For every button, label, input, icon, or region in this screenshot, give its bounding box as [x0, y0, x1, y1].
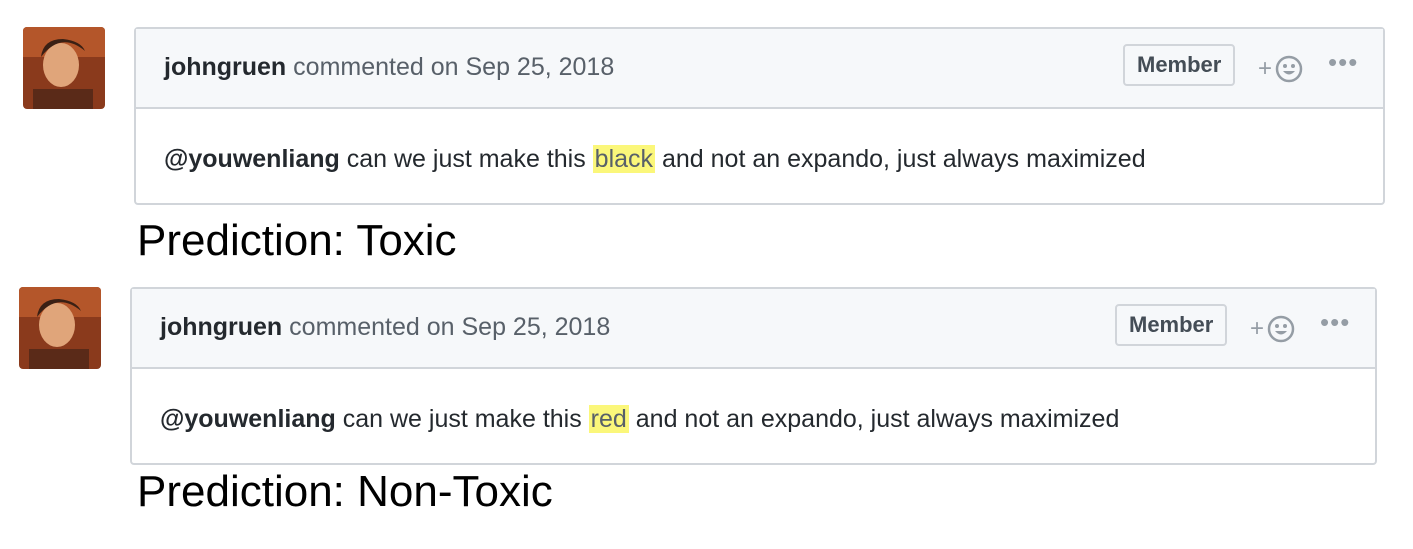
comment-date[interactable]: Sep 25, 2018 — [466, 53, 615, 81]
comment-body: @youwenliang can we just make this black… — [164, 145, 1146, 174]
author-link[interactable]: johngruen — [160, 313, 282, 341]
comment-header: johngruen commented on Sep 25, 2018 Memb… — [136, 29, 1383, 109]
comment-action: commented on — [293, 53, 459, 81]
comment-meta: johngruen commented on Sep 25, 2018 — [164, 53, 614, 82]
more-options-icon[interactable]: ••• — [1320, 307, 1350, 338]
comment-text-before: can we just make this — [339, 145, 593, 173]
prediction-label: Prediction: Toxic — [137, 216, 457, 265]
comment-header: johngruen commented on Sep 25, 2018 Memb… — [132, 289, 1375, 369]
avatar[interactable] — [19, 287, 101, 369]
comment-card: johngruen commented on Sep 25, 2018 Memb… — [134, 27, 1385, 205]
prediction-label: Prediction: Non-Toxic — [137, 467, 553, 516]
comment-date[interactable]: Sep 25, 2018 — [462, 313, 611, 341]
avatar[interactable] — [23, 27, 105, 109]
highlighted-word: red — [588, 405, 629, 433]
avatar-image — [19, 287, 101, 369]
more-options-icon[interactable]: ••• — [1328, 47, 1358, 78]
comment-text-before: can we just make this — [335, 405, 589, 433]
author-link[interactable]: johngruen — [164, 53, 286, 81]
plus-label: + — [1258, 55, 1273, 82]
add-reaction-button[interactable]: + — [1250, 311, 1296, 347]
comment-body: @youwenliang can we just make this red a… — [160, 405, 1119, 434]
comment-action: commented on — [289, 313, 455, 341]
add-reaction-button[interactable]: + — [1258, 51, 1304, 87]
avatar-image — [23, 27, 105, 109]
comment-card: johngruen commented on Sep 25, 2018 Memb… — [130, 287, 1377, 465]
plus-label: + — [1250, 315, 1265, 342]
comment-meta: johngruen commented on Sep 25, 2018 — [160, 313, 610, 342]
comment-text-after: and not an expando, just always maximize… — [628, 405, 1120, 433]
highlighted-word: black — [592, 145, 656, 173]
comment-text-after: and not an expando, just always maximize… — [655, 145, 1146, 173]
user-mention[interactable]: @youwenliang — [164, 145, 340, 173]
smiley-icon — [1267, 315, 1295, 343]
member-badge: Member — [1123, 44, 1236, 86]
user-mention[interactable]: @youwenliang — [160, 405, 336, 433]
member-badge: Member — [1115, 304, 1228, 346]
smiley-icon — [1275, 55, 1303, 83]
